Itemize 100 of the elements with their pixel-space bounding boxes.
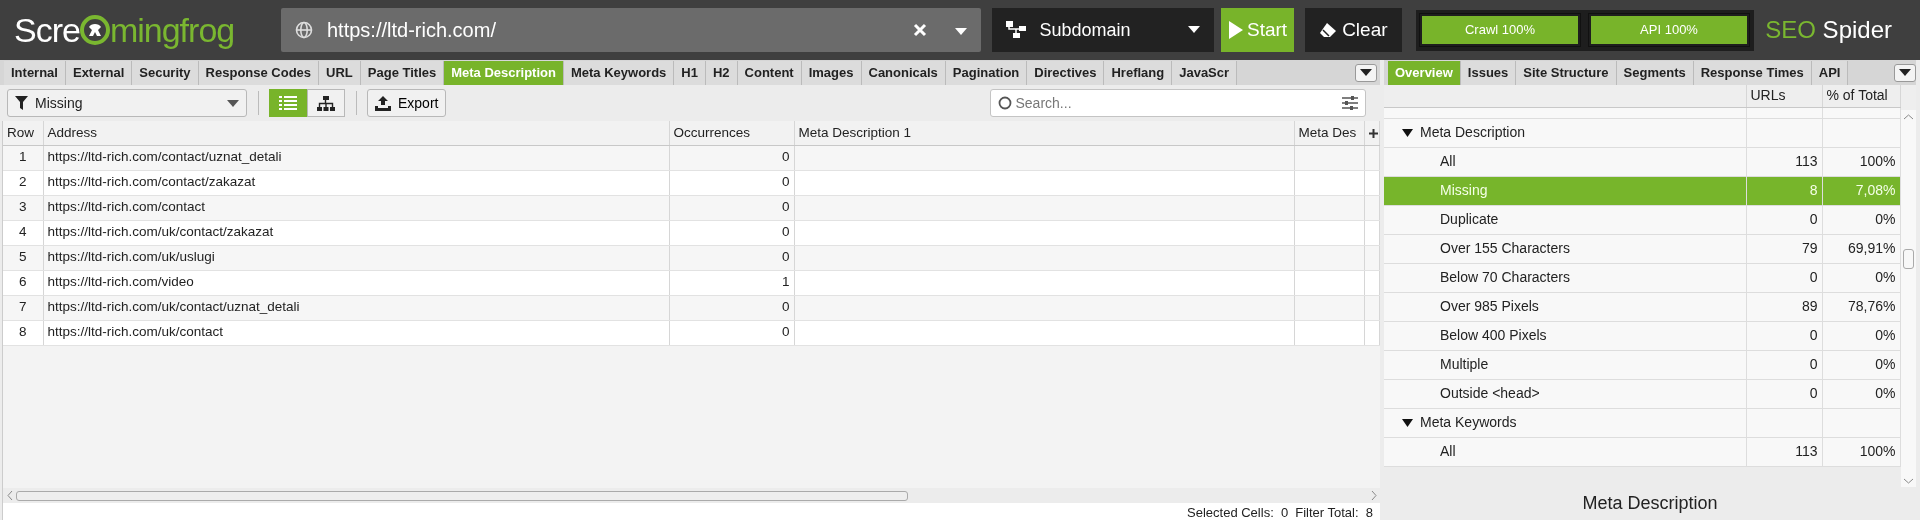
tab[interactable]: Segments [1616,60,1694,85]
overview-row[interactable]: Multiple 0 0% [1384,350,1900,379]
percent-value: 100% [1859,443,1896,459]
search-icon [998,96,1012,110]
tab[interactable]: Internal [4,60,66,85]
tab-overflow-button[interactable] [1354,63,1377,82]
tab[interactable]: H2 [705,60,738,85]
percent-value: 0% [1875,385,1896,401]
tab[interactable]: Site Structure [1516,60,1617,85]
clear-icon[interactable] [913,23,927,37]
clear-button[interactable]: Clear [1304,8,1402,52]
scrollbar-thumb[interactable] [16,490,908,501]
collapse-icon[interactable] [1402,127,1413,138]
caret-icon [227,99,239,108]
tab[interactable]: Images [801,60,862,85]
tree-icon [317,95,335,111]
caret-icon [955,27,967,36]
table-cell: 2 [19,174,27,190]
table-cell: 0 [782,174,790,190]
table-cell: 0 [782,224,790,240]
column-header[interactable]: % of Total [1822,85,1900,107]
table-cell: 0 [782,199,790,215]
overview-row[interactable]: All 113 100% [1384,147,1900,176]
collapse-icon[interactable] [1402,417,1413,428]
table-cell: 7 [19,299,27,315]
column-header[interactable]: Address [43,121,669,145]
overview-row[interactable]: Outside <head> 0 0% [1384,379,1900,408]
scrollbar-thumb[interactable] [1902,248,1914,269]
tab[interactable]: Issues [1460,60,1517,85]
url-count: 0 [1809,269,1818,285]
tab[interactable]: Directives [1027,60,1105,85]
tab[interactable]: H1 [674,60,706,85]
tab[interactable]: Response Codes [198,60,320,85]
url-count: 0 [1809,356,1818,372]
tab[interactable]: API [1811,60,1849,85]
table-cell: https://ltd-rich.com/uk/contact/uznat_detali [47,299,300,315]
tree-view-button[interactable] [307,89,345,117]
table-cell: 0 [782,299,790,315]
hierarchy-icon [1005,21,1026,39]
tab[interactable]: JavaScr [1172,60,1238,85]
caret-icon [1187,26,1200,34]
table-cell: 8 [19,324,27,340]
tab[interactable]: Security [132,60,199,85]
tab[interactable]: External [65,60,133,85]
url-count: 113 [1795,443,1818,459]
percent-value: 0% [1875,356,1896,372]
filter-dropdown[interactable]: Missing [7,89,247,117]
tab[interactable]: Response Times [1693,60,1812,85]
mode-dropdown[interactable]: Subdomain [991,8,1214,52]
percent-value: 69,91% [1848,240,1896,256]
tab[interactable]: Page Titles [360,60,445,85]
row-label: Multiple [1440,356,1489,372]
table-cell: 1 [19,149,27,165]
overview-row[interactable]: Over 155 Characters 79 69,91% [1384,234,1900,263]
tab[interactable]: Meta Keywords [563,60,675,85]
column-header[interactable]: Meta Des [1294,121,1364,145]
table-cell: https://ltd-rich.com/uk/contact/zakazat [47,224,274,240]
add-column-icon[interactable] [1368,128,1378,138]
percent-value: 78,76% [1848,298,1896,314]
overview-row[interactable]: Duplicate 0 0% [1384,205,1900,234]
overview-row[interactable]: All 113 100% [1384,437,1900,466]
url-count: 0 [1809,327,1818,343]
filter-icon [15,96,28,110]
overview-row[interactable]: Over 985 Pixels 89 78,76% [1384,292,1900,321]
overview-row[interactable]: Below 400 Pixels 0 0% [1384,321,1900,350]
tab[interactable]: Hreflang [1104,60,1173,85]
tab[interactable]: Canonicals [861,60,946,85]
tab[interactable]: Pagination [945,60,1028,85]
column-header[interactable]: URLs [1746,85,1822,107]
scroll-down-icon[interactable] [1903,477,1913,484]
scroll-right-icon[interactable] [1370,491,1377,500]
row-label: All [1440,443,1456,459]
table-cell: 5 [19,249,27,265]
tab-overflow-button[interactable] [1894,63,1916,82]
percent-value: 100% [1859,153,1896,169]
url-count: 8 [1809,182,1818,198]
column-header[interactable]: Occurrences [669,121,794,145]
progress-label: Crawl 100% [1465,21,1536,40]
column-header[interactable]: Meta Description 1 [794,121,1294,145]
column-header[interactable]: Row [3,121,43,145]
scroll-up-icon[interactable] [1903,113,1913,120]
search-field[interactable]: Search... [990,89,1366,117]
url-count: 89 [1801,298,1818,314]
url-count: 79 [1801,240,1818,256]
details-title: Meta Description [1582,492,1718,515]
overview-row[interactable]: Below 70 Characters 0 0% [1384,263,1900,292]
table-cell: https://ltd-rich.com/video [47,274,194,290]
settings-icon[interactable] [1342,96,1358,110]
table-cell: https://ltd-rich.com/contact [47,199,206,215]
row-label: Over 155 Characters [1440,240,1570,256]
list-icon [279,96,297,110]
tab[interactable]: URL [319,60,361,85]
export-button[interactable]: Export [367,89,447,117]
tab[interactable]: Content [737,60,802,85]
scroll-left-icon[interactable] [6,491,13,500]
url-field[interactable]: https://ltd-rich.com/ [281,8,981,52]
group-label: Meta Description [1420,123,1526,142]
globe-icon [295,21,313,39]
row-label: All [1440,153,1456,169]
filter-total: Filter Total: 8 [1295,504,1373,520]
